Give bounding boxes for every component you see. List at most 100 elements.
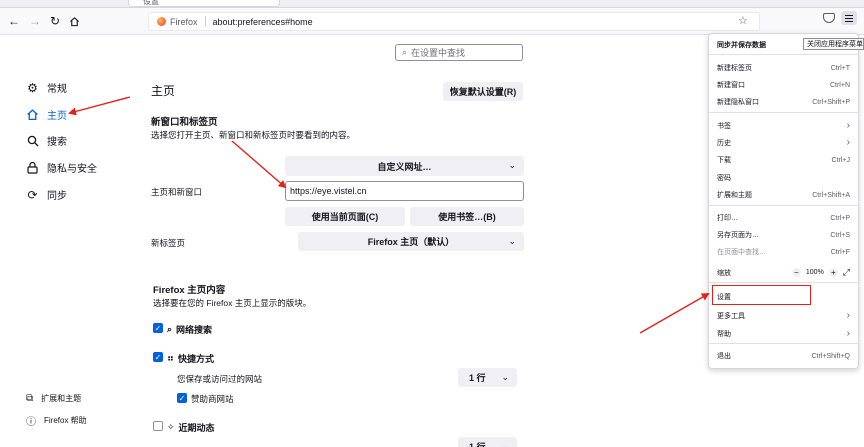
menu-tooltip: 关闭应用程序菜单 [803, 38, 864, 50]
menu-label: 新建窗口 [717, 82, 745, 89]
recent-activity-checkbox[interactable] [153, 421, 163, 431]
newtab-select[interactable]: Firefox 主页（默认） ⌄ [298, 232, 524, 251]
hamburger-menu-icon[interactable] [841, 11, 857, 25]
homepage-select[interactable]: 自定义网址… ⌄ [285, 156, 524, 176]
homepage-select-value: 自定义网址… [377, 161, 432, 172]
section-description: 选择要在您的 Firefox 主页上显示的版块。 [153, 298, 312, 308]
chevron-down-icon: ⌄ [508, 235, 516, 246]
sidebar-item-search[interactable]: 搜索 [26, 133, 67, 148]
menu-item-zoom: 缩放 − 100% + ⤢ [717, 267, 850, 278]
navigation-toolbar: ← → ↻ Firefox about:preferences#home ☆ [0, 8, 864, 35]
sidebar-item-sync[interactable]: ⟳ 同步 [26, 187, 67, 203]
menu-item-print[interactable]: 打印… Ctrl+P [717, 213, 850, 223]
recent-activity-row: ✧ 近期动态 [167, 421, 215, 434]
menu-label: 另存页面为… [717, 232, 759, 239]
menu-item-help[interactable]: 帮助 › [717, 328, 850, 339]
sidebar-item-home[interactable]: 主页 [26, 107, 67, 122]
zoom-in-button[interactable]: + [828, 268, 838, 277]
zoom-level[interactable]: 100% [806, 269, 824, 276]
puzzle-icon: ⧉ [26, 393, 34, 404]
arrow-to-settings [639, 293, 710, 334]
menu-item-addons[interactable]: 扩展和主题 Ctrl+Shift+A [717, 190, 850, 200]
shortcuts-checkbox[interactable]: ✓ [153, 352, 163, 362]
menu-separator [709, 54, 858, 55]
shortcuts-row: ⠶ 快捷方式 [167, 352, 214, 365]
chevron-right-icon: › [846, 120, 850, 131]
section-description: 选择您打开主页、新窗口和新标签页时要看到的内容。 [151, 130, 356, 140]
menu-label: 缩放 [717, 269, 731, 277]
chevron-right-icon: › [846, 328, 850, 339]
back-arrow-icon[interactable]: ← [6, 13, 22, 29]
sidebar-help-link[interactable]: ⓘ Firefox 帮助 [26, 413, 87, 428]
menu-item-more-tools[interactable]: 更多工具 › [717, 310, 850, 321]
page-title: 主页 [151, 84, 176, 98]
menu-item-find-in-page[interactable]: 在页面中查找… Ctrl+F [717, 247, 850, 257]
sparkle-icon: ✧ [167, 422, 175, 432]
shortcuts-grid-icon: ⠶ [167, 353, 175, 363]
menu-shortcut: Ctrl+Shift+A [812, 191, 850, 199]
menu-item-private-window[interactable]: 新建隐私窗口 Ctrl+Shift+P [717, 97, 850, 107]
shortcuts-rows-select[interactable]: 1 行 ⌄ [458, 368, 517, 387]
menu-shortcut: Ctrl+S [830, 231, 850, 239]
menu-item-new-window[interactable]: 新建窗口 Ctrl+N [717, 80, 850, 90]
recent-rows-value: 1 行 [469, 442, 486, 447]
web-search-row: ⌕ 网络搜索 [167, 323, 212, 336]
menu-label: 扩展和主题 [717, 192, 752, 199]
sponsored-checkbox[interactable]: ✓ [177, 393, 187, 403]
sync-icon: ⟳ [27, 187, 38, 202]
use-bookmark-button[interactable]: 使用书签…(B) [410, 207, 524, 226]
menu-shortcut: Ctrl+N [829, 81, 850, 89]
reload-icon[interactable]: ↻ [47, 13, 63, 29]
menu-item-history[interactable]: 历史 › [717, 137, 850, 148]
menu-separator [709, 343, 858, 344]
tab-strip: 设置 [0, 0, 864, 8]
tab-settings[interactable]: 设置 [128, 0, 280, 7]
menu-label: 历史 [717, 139, 731, 147]
help-icon: ⓘ [26, 417, 36, 428]
arrow-to-homepage-url [231, 140, 287, 189]
menu-item-new-tab[interactable]: 新建标签页 Ctrl+T [717, 63, 850, 73]
sidebar-item-general[interactable]: ⚙ 常规 [26, 80, 67, 96]
menu-item-save-page[interactable]: 另存页面为… Ctrl+S [717, 230, 850, 240]
url-text[interactable]: about:preferences#home [213, 17, 313, 27]
sidebar-item-label: 常规 [47, 84, 67, 95]
newtab-select-value: Firefox 主页（默认） [367, 237, 455, 247]
sidebar-item-label: 主页 [47, 111, 67, 122]
shortcuts-sub-label: 您保存或访问过的网站 [177, 374, 263, 384]
sidebar-item-label: 搜索 [47, 137, 67, 148]
web-search-label: 网络搜索 [176, 325, 213, 335]
sidebar-item-label: 同步 [47, 191, 67, 202]
search-icon: ⌕ [402, 47, 408, 57]
restore-defaults-button[interactable]: 恢复默认设置(R) [443, 82, 523, 101]
sidebar-item-privacy[interactable]: 隐私与安全 [26, 160, 97, 175]
fullscreen-icon[interactable]: ⤢ [843, 267, 850, 278]
menu-item-passwords[interactable]: 密码 [717, 173, 850, 183]
zoom-out-button[interactable]: − [791, 268, 801, 277]
menu-label: 更多工具 [717, 312, 745, 320]
menu-item-exit[interactable]: 退出 Ctrl+Shift+Q [717, 351, 850, 361]
recent-rows-select[interactable]: 1 行 ⌄ [458, 437, 517, 447]
chevron-right-icon: › [846, 310, 850, 321]
identity-label: Firefox [170, 16, 198, 27]
settings-search-input[interactable]: ⌕ 在设置中查找 [395, 44, 523, 61]
bookmark-star-icon[interactable]: ☆ [738, 14, 748, 27]
sidebar-footer-label: 扩展和主题 [41, 394, 82, 403]
menu-shortcut: Ctrl+Shift+Q [811, 352, 850, 360]
menu-label: 退出 [717, 353, 731, 360]
web-search-checkbox[interactable]: ✓ [153, 323, 163, 333]
sponsored-label: 赞助商网站 [191, 394, 234, 404]
address-bar[interactable]: Firefox about:preferences#home [148, 12, 760, 31]
menu-shortcut: Ctrl+P [830, 214, 850, 222]
section-heading-new-windows: 新窗口和标签页 [151, 117, 218, 128]
menu-shortcut: Ctrl+T [830, 64, 850, 72]
recent-activity-label: 近期动态 [178, 423, 215, 433]
lock-icon [26, 161, 39, 174]
use-current-page-button[interactable]: 使用当前页面(C) [285, 207, 405, 226]
menu-item-downloads[interactable]: 下载 Ctrl+J [717, 155, 850, 165]
home-icon[interactable] [66, 13, 82, 29]
sidebar-extensions-link[interactable]: ⧉ 扩展和主题 [26, 393, 81, 404]
chevron-down-icon: ⌄ [501, 371, 509, 382]
forward-arrow-icon[interactable]: → [27, 13, 43, 29]
menu-item-bookmarks[interactable]: 书签 › [717, 120, 850, 131]
homepage-url-input[interactable]: https://eye.vistel.cn [285, 181, 524, 201]
